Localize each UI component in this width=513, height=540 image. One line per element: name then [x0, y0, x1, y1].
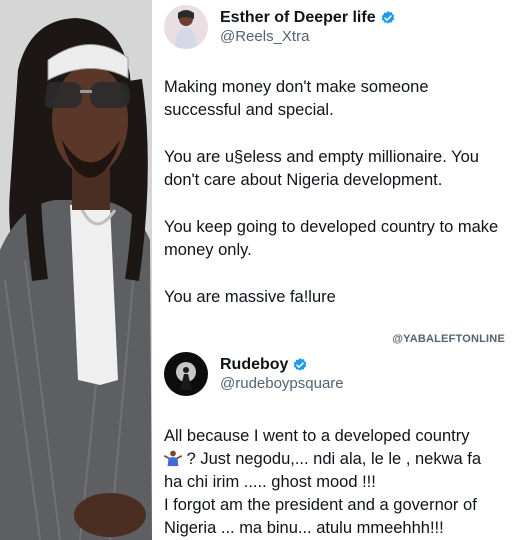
person-photo: [0, 0, 152, 540]
handle[interactable]: @Reels_Xtra: [220, 28, 396, 47]
watermark: @YABALEFTONLINE: [392, 333, 505, 345]
reply-line-2: ? Just negodu,... ndi ala, le le , nekwa…: [164, 448, 509, 471]
verified-badge-icon: [294, 357, 307, 371]
reply-line-4: I forgot am the president and a governor…: [164, 496, 477, 514]
tweet-paragraph-4: You are massive fa!lure: [164, 288, 336, 306]
display-name[interactable]: Esther of Deeper life: [220, 8, 376, 28]
reply-text: All because I went to a developed countr…: [164, 425, 509, 540]
avatar-image: [164, 5, 208, 49]
reply-avatar[interactable]: [164, 352, 208, 396]
reply-line-3: ha chi irim ..... ghost mood !!!: [164, 473, 376, 491]
reply-line-1: All because I went to a developed countr…: [164, 427, 470, 445]
reply-line-2-text: ? Just negodu,... ndi ala, le le , nekwa…: [186, 450, 482, 468]
reply-display-name[interactable]: Rudeboy: [220, 355, 288, 375]
tweet-paragraph-1: Making money don't make someone successf…: [164, 78, 429, 119]
avatar[interactable]: [164, 5, 208, 49]
reply-avatar-image: [164, 352, 208, 396]
tweet-paragraph-3: You keep going to developed country to m…: [164, 218, 499, 259]
person-photo-illustration: [0, 0, 152, 540]
tweets-panel: Esther of Deeper life @Reels_Xtra Making…: [152, 0, 513, 540]
person-shrugging-emoji: [164, 450, 182, 467]
tweet-header: Esther of Deeper life @Reels_Xtra: [164, 5, 396, 49]
verified-badge-icon: [381, 10, 394, 24]
tweet-paragraph-2: You are u§eless and empty millionaire. Y…: [164, 148, 479, 189]
reply-handle[interactable]: @rudeboypsquare: [220, 375, 344, 394]
reply-header: Rudeboy @rudeboypsquare: [164, 352, 344, 396]
reply-line-5: Nigeria ... ma binu... atulu mmeehhh!!!: [164, 519, 444, 537]
